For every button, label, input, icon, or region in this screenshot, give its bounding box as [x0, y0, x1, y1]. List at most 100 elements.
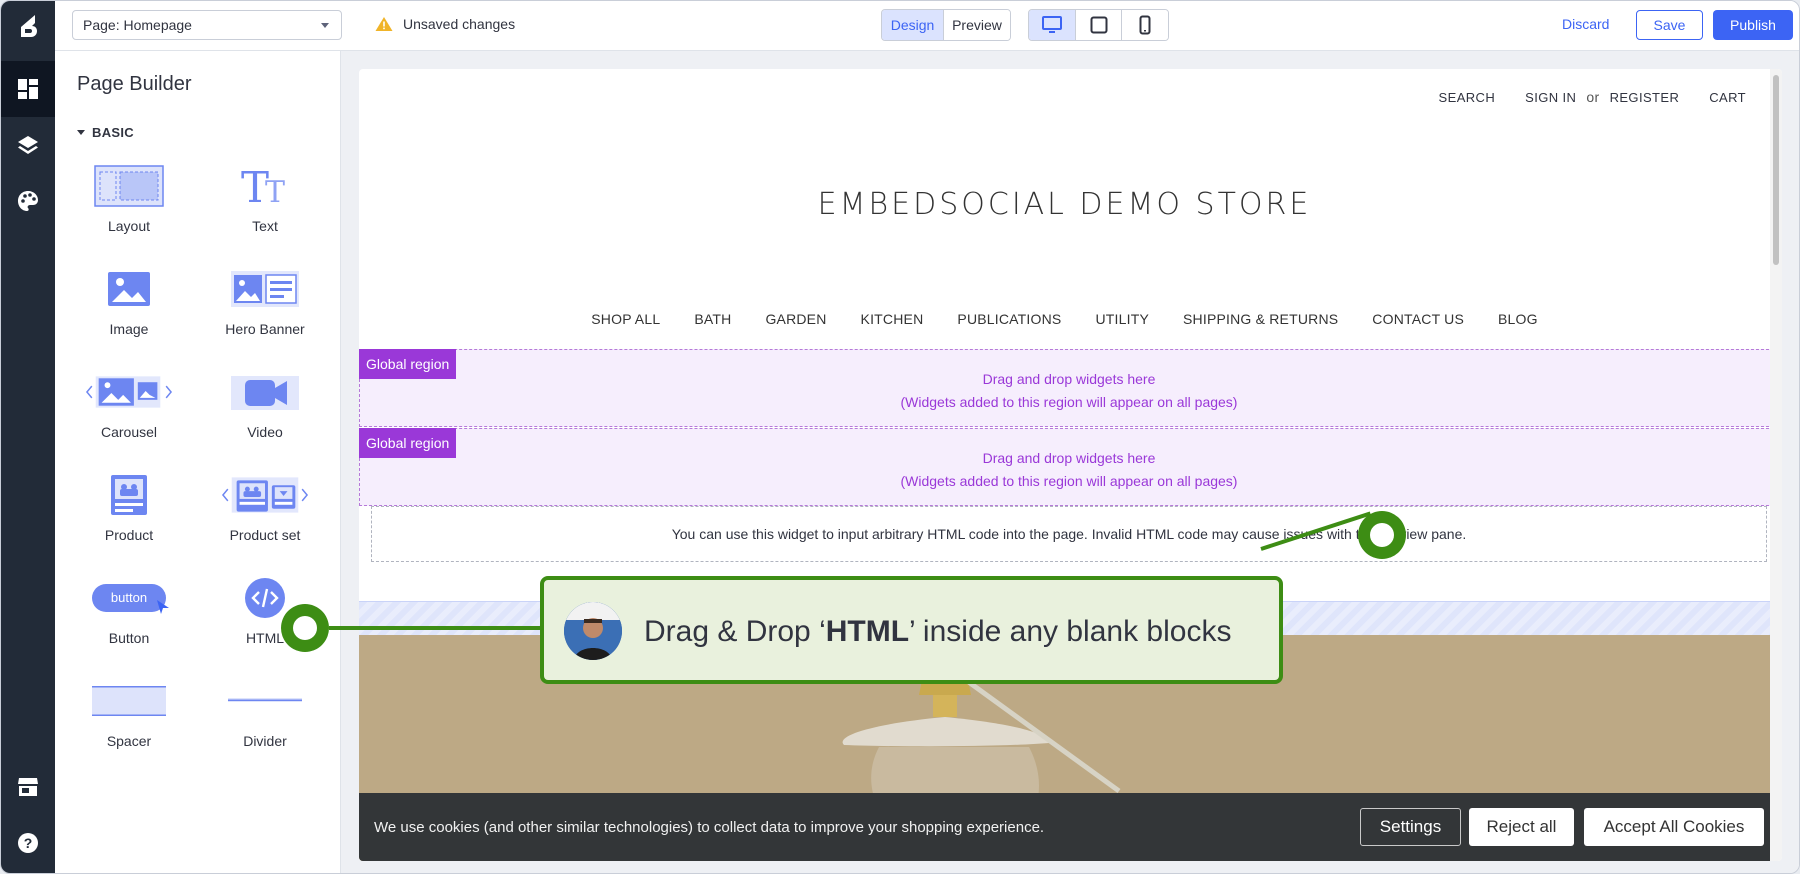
widget-label: Carousel [100, 424, 158, 440]
section-label: BASIC [92, 125, 134, 140]
hero-banner-icon [220, 264, 310, 314]
widget-label: Product set [229, 527, 301, 543]
region-message: Drag and drop widgets here (Widgets adde… [360, 368, 1778, 414]
tutorial-callout: Drag & Drop ‘HTML’ inside any blank bloc… [540, 576, 1283, 684]
cursor-icon [157, 600, 169, 614]
publish-button[interactable]: Publish [1713, 10, 1793, 40]
widget-text[interactable]: TT Text [210, 161, 320, 251]
widget-label: Spacer [106, 733, 152, 749]
widget-label: Layout [107, 218, 151, 234]
global-region[interactable]: Global region Drag and drop widgets here… [359, 428, 1779, 506]
canvas: SEARCH SIGN IN or REGISTER CART EMBEDSOC… [341, 51, 1799, 873]
preview-scrollbar[interactable] [1770, 69, 1782, 861]
hotspot-marker [1358, 511, 1406, 559]
widget-label: Text [252, 218, 278, 234]
widget-label: Divider [243, 733, 287, 749]
unsaved-label: Unsaved changes [403, 16, 516, 32]
widget-image[interactable]: Image [74, 264, 184, 354]
store-header-links: SEARCH SIGN IN or REGISTER CART [1439, 89, 1746, 105]
widget-layout[interactable]: Layout [74, 161, 184, 251]
top-bar: Page: Homepage Unsaved changes Design Pr… [55, 1, 1799, 51]
cookie-accept-button[interactable]: Accept All Cookies [1584, 808, 1764, 846]
register-link[interactable]: REGISTER [1610, 90, 1680, 105]
dashboard-icon[interactable] [1, 61, 55, 117]
widget-divider[interactable]: Divider [210, 676, 320, 766]
tab-preview[interactable]: Preview [944, 10, 1010, 40]
page-select[interactable]: Page: Homepage [72, 10, 342, 40]
html-widget-block[interactable]: You can use this widget to input arbitra… [371, 506, 1767, 562]
button-preview: button [92, 584, 166, 612]
avatar [564, 602, 622, 660]
panel-title: Page Builder [77, 73, 192, 95]
sign-in-link[interactable]: SIGN IN [1525, 90, 1576, 105]
nav-garden[interactable]: GARDEN [765, 311, 826, 327]
store-preview: SEARCH SIGN IN or REGISTER CART EMBEDSOC… [359, 69, 1782, 861]
layers-icon[interactable] [1, 117, 55, 173]
spacer-icon [84, 676, 174, 726]
nav-contact-us[interactable]: CONTACT US [1372, 311, 1464, 327]
cookie-reject-button[interactable]: Reject all [1469, 808, 1574, 846]
warning-icon [375, 17, 393, 31]
page-builder-panel: Page Builder BASIC Layout TT Text Image [55, 51, 341, 873]
storefront-icon[interactable] [1, 759, 55, 815]
caret-down-icon [77, 130, 85, 135]
tablet-icon[interactable] [1076, 10, 1122, 40]
mobile-icon[interactable] [1122, 10, 1168, 40]
nav-bath[interactable]: BATH [694, 311, 731, 327]
global-region[interactable]: Global region Drag and drop widgets here… [359, 349, 1779, 427]
nav-shop-all[interactable]: SHOP ALL [591, 311, 660, 327]
scrollbar-thumb[interactable] [1773, 75, 1779, 265]
widget-spacer[interactable]: Spacer [74, 676, 184, 766]
palette-icon[interactable] [1, 173, 55, 229]
widget-label: Hero Banner [225, 321, 305, 337]
discard-button[interactable]: Discard [1562, 16, 1609, 32]
tab-design[interactable]: Design [882, 10, 944, 40]
widget-hero-banner[interactable]: Hero Banner [210, 264, 320, 354]
section-basic[interactable]: BASIC [77, 125, 134, 140]
store-title[interactable]: EMBEDSOCIAL DEMO STORE [359, 187, 1770, 222]
or-text: or [1586, 89, 1600, 105]
callout-connector [329, 626, 541, 630]
nav-utility[interactable]: UTILITY [1095, 311, 1149, 327]
widget-label: Video [247, 424, 283, 440]
cookie-text: We use cookies (and other similar techno… [374, 819, 1045, 836]
svg-text:?: ? [24, 835, 33, 851]
chevron-down-icon [321, 23, 329, 28]
button-icon: button [84, 573, 174, 623]
cookie-banner: We use cookies (and other similar techno… [359, 793, 1770, 861]
page-select-value: Page: Homepage [83, 17, 192, 33]
widget-label: Product [104, 527, 154, 543]
widget-product-set[interactable]: Product set [210, 470, 320, 560]
cart-link[interactable]: CART [1709, 90, 1746, 105]
unsaved-status: Unsaved changes [375, 16, 515, 32]
hotspot-marker [281, 604, 329, 652]
nav-publications[interactable]: PUBLICATIONS [957, 311, 1061, 327]
nav-shipping-returns[interactable]: SHIPPING & RETURNS [1183, 311, 1338, 327]
widget-product[interactable]: Product [74, 470, 184, 560]
callout-text: Drag & Drop ‘HTML’ inside any blank bloc… [644, 615, 1232, 648]
image-icon [84, 264, 174, 314]
widget-label: Button [108, 630, 150, 646]
view-toggle: Design Preview [881, 9, 1011, 41]
device-toggle [1028, 9, 1169, 41]
nav-blog[interactable]: BLOG [1498, 311, 1538, 327]
region-line2: (Widgets added to this region will appea… [900, 394, 1238, 410]
layout-icon [84, 161, 174, 211]
widget-carousel[interactable]: Carousel [74, 367, 184, 457]
store-nav: SHOP ALL BATH GARDEN KITCHEN PUBLICATION… [359, 311, 1770, 327]
product-icon [84, 470, 174, 520]
divider-icon [220, 676, 310, 726]
region-message: Drag and drop widgets here (Widgets adde… [360, 447, 1778, 493]
help-icon[interactable]: ? [1, 815, 55, 871]
app-window: ? Page: Homepage Unsaved changes Design … [0, 0, 1800, 874]
widget-button[interactable]: button Button [74, 573, 184, 663]
bigcommerce-logo-icon[interactable] [1, 1, 55, 51]
save-button[interactable]: Save [1636, 10, 1703, 40]
search-link[interactable]: SEARCH [1439, 90, 1496, 105]
widget-label: Image [109, 321, 149, 337]
nav-kitchen[interactable]: KITCHEN [861, 311, 924, 327]
product-set-icon [220, 470, 310, 520]
widget-video[interactable]: Video [210, 367, 320, 457]
cookie-settings-button[interactable]: Settings [1360, 808, 1461, 846]
desktop-icon[interactable] [1029, 10, 1076, 40]
